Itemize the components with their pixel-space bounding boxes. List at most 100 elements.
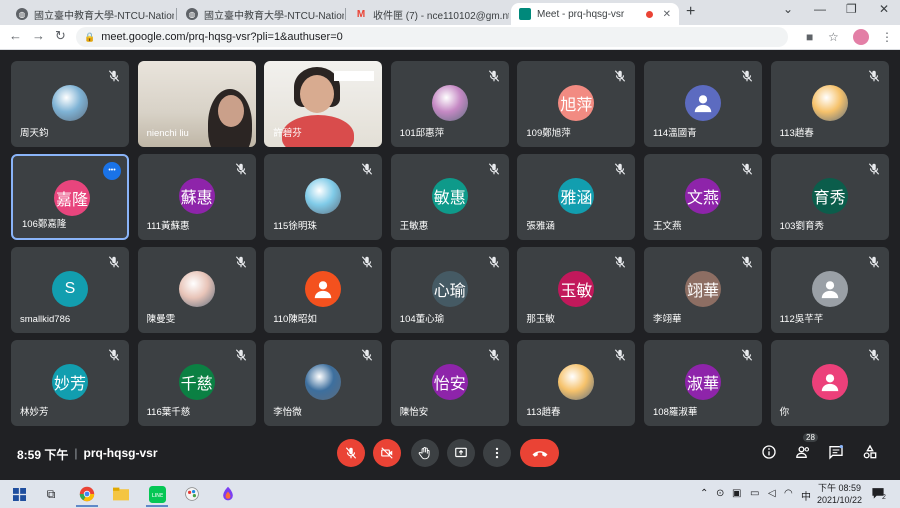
meeting-code[interactable]: prq-hqsg-vsr	[83, 446, 157, 463]
participant-tile[interactable]: 李怡微	[264, 340, 383, 426]
participant-name: nienchi liu	[146, 128, 189, 139]
tray-wifi-icon[interactable]: ◠	[784, 488, 793, 499]
tab-search-button[interactable]: ⌄	[783, 2, 793, 16]
participant-tile[interactable]: 101邱惠萍	[390, 61, 509, 147]
participant-tile[interactable]: 玉敏 那玉敏	[517, 247, 636, 333]
participant-tile[interactable]: 蘇惠 111黃蘇惠	[137, 154, 256, 240]
participant-tile[interactable]: 陳曼雯	[137, 247, 256, 333]
windows-start-icon[interactable]	[10, 485, 28, 503]
tray-overflow-icon[interactable]: ⌃	[700, 488, 708, 499]
svg-text:LINE: LINE	[151, 493, 162, 499]
participant-avatar: 嘉隆	[54, 180, 90, 216]
browser-tab-4[interactable]: Meet - prq-hqsg-vsr ✕	[511, 3, 679, 25]
participant-tile[interactable]: 文燕 王文燕	[644, 154, 762, 240]
participant-tile[interactable]: 周天鈞	[11, 61, 129, 147]
new-tab-button[interactable]: +	[686, 3, 695, 21]
info-icon	[762, 445, 776, 459]
close-icon[interactable]: ✕	[659, 9, 671, 20]
participant-tile[interactable]: 雅涵 張雅涵	[517, 154, 636, 240]
browser-tab-1[interactable]: ◍ 國立臺中教育大學-NTCU-Nation ✕	[8, 3, 174, 25]
paint-app-icon[interactable]	[183, 485, 201, 503]
participant-tile[interactable]: 115徐明珠	[264, 154, 383, 240]
browser-tab-2[interactable]: ◍ 國立臺中教育大學-NTCU-Nation ✕	[178, 3, 344, 25]
tray-app-icon[interactable]: ⊙	[716, 488, 724, 499]
file-explorer-icon[interactable]	[112, 485, 130, 503]
meeting-info-separator: |	[74, 446, 78, 460]
mic-off-icon	[234, 162, 248, 176]
mic-off-icon	[740, 162, 754, 176]
raise-hand-button[interactable]	[411, 439, 439, 467]
leave-call-button[interactable]	[520, 439, 559, 467]
present-screen-button[interactable]	[447, 439, 475, 467]
microphone-toggle-button[interactable]	[337, 439, 365, 467]
tray-battery-icon[interactable]: ▭	[750, 488, 759, 499]
participant-name: 108羅淑華	[653, 407, 698, 418]
participant-avatar: 玉敏	[558, 271, 595, 307]
back-icon[interactable]: ←	[9, 28, 22, 43]
mic-off-icon	[487, 348, 501, 362]
tile-options-button[interactable]: •••	[103, 162, 121, 180]
participant-tile[interactable]: 110陳昭如	[264, 247, 383, 333]
more-options-button[interactable]	[483, 439, 511, 467]
tray-monitor-icon[interactable]: ▣	[732, 488, 741, 499]
participant-avatar: 妙芳	[52, 364, 88, 400]
forward-icon[interactable]: →	[32, 28, 45, 43]
participant-avatar: 心瑜	[431, 271, 468, 307]
participant-name: 115徐明珠	[273, 221, 317, 232]
mic-off-icon	[740, 69, 754, 83]
meeting-details-button[interactable]	[759, 442, 779, 462]
close-window-button[interactable]: ✕	[879, 2, 889, 16]
activities-button[interactable]	[860, 442, 880, 462]
browser-menu-icon[interactable]: ⋮	[881, 30, 893, 44]
taskbar-clock[interactable]: 下午 08:59 2021/10/22	[817, 482, 862, 506]
participants-button[interactable]	[793, 442, 813, 462]
profile-avatar[interactable]	[853, 29, 869, 45]
bookmark-star-icon[interactable]: ☆	[828, 30, 839, 44]
participant-tile[interactable]: 翊華 李翊華	[644, 247, 762, 333]
url-input[interactable]: 🔒 meet.google.com/prq-hqsg-vsr?pli=1&aut…	[76, 27, 788, 47]
clock-date: 2021/10/22	[817, 495, 863, 505]
participant-tile[interactable]: 113趙春	[770, 61, 889, 147]
participant-tile[interactable]: 敏惠 王敏惠	[390, 154, 509, 240]
participant-name: 林妙芳	[20, 407, 49, 418]
tray-volume-icon[interactable]: ◁	[768, 488, 776, 499]
participant-tile[interactable]: nienchi liu	[137, 61, 256, 147]
camera-indicator-icon[interactable]: ■	[806, 30, 813, 44]
participant-name: 111黃蘇惠	[146, 221, 190, 232]
reload-icon[interactable]: ↻	[55, 28, 66, 44]
participant-tile[interactable]: 嘉隆 ••• 106鄭嘉隆	[11, 154, 129, 240]
windows-taskbar: ⧉ LINE ⌃ ⊙ ▣ ▭ ◁ ◠ 中 下午 08:59 2021/10/22…	[0, 480, 900, 508]
participant-tile[interactable]: 妙芳 林妙芳	[11, 340, 129, 426]
participant-tile[interactable]: 許碧芬	[264, 61, 383, 147]
participant-tile[interactable]: Ssmallkid786	[11, 247, 129, 333]
browser-tab-3[interactable]: M 收件匣 (7) - nce110102@gm.ntc ✕	[347, 3, 509, 25]
participant-tile[interactable]: 112吳芊芊	[770, 247, 889, 333]
mic-off-icon	[360, 348, 374, 362]
camera-toggle-button[interactable]	[373, 439, 401, 467]
participant-tile[interactable]: 旭萍 109鄭旭萍	[517, 61, 636, 147]
participant-tile[interactable]: 淑華 108羅淑華	[644, 340, 762, 426]
task-view-icon[interactable]: ⧉	[42, 485, 60, 503]
participant-tile[interactable]: 怡安 陳怡安	[390, 340, 509, 426]
mic-off-icon	[234, 348, 248, 362]
participant-tile[interactable]: 心瑜 104董心瑜	[390, 247, 509, 333]
participant-tile[interactable]: 育秀 103劉育秀	[770, 154, 889, 240]
gmail-icon: M	[356, 8, 366, 20]
globe-icon: ◍	[186, 8, 198, 20]
chrome-taskbar-icon[interactable]	[78, 485, 96, 503]
participant-tile[interactable]: 113趙春	[517, 340, 636, 426]
participant-tile[interactable]: 你	[770, 340, 889, 426]
ime-indicator[interactable]: 中	[801, 488, 811, 503]
restore-button[interactable]: ❐	[846, 2, 857, 16]
firefox-app-icon[interactable]	[219, 485, 237, 503]
mic-off-icon	[613, 255, 627, 269]
line-app-icon[interactable]: LINE	[148, 485, 166, 503]
tab-title: 國立臺中教育大學-NTCU-Nation	[204, 10, 344, 22]
chat-button[interactable]	[826, 442, 846, 462]
participant-tile[interactable]: 114溫國青	[644, 61, 762, 147]
participant-avatar	[178, 271, 215, 307]
participant-avatar	[811, 85, 848, 121]
minimize-button[interactable]: —	[814, 2, 826, 16]
participant-tile[interactable]: 千慈 116葉千慈	[137, 340, 256, 426]
participant-avatar: 千慈	[178, 364, 215, 400]
